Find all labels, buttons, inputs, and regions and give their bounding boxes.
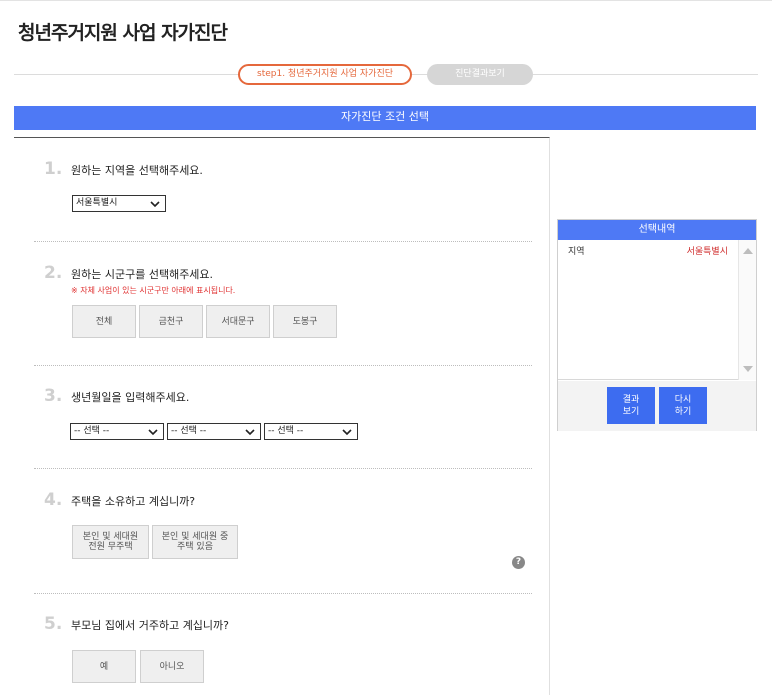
question-note: ※ 자체 사업이 있는 시군구만 아래에 표시됩니다. xyxy=(71,286,236,295)
district-option-dobong[interactable]: 도봉구 xyxy=(273,305,337,338)
scroll-down-icon[interactable] xyxy=(743,366,753,372)
page-title: 청년주거지원 사업 자가진단 xyxy=(18,22,228,44)
selection-panel: 선택내역 지역 서울특별시 결과 보기 다시 하기 xyxy=(557,219,757,431)
scrollbar[interactable] xyxy=(738,240,756,380)
parents-option-no[interactable]: 아니오 xyxy=(140,650,204,683)
divider xyxy=(34,468,532,469)
chevron-down-icon xyxy=(148,429,158,436)
question-text: 부모님 집에서 거주하고 계십니까? xyxy=(71,619,230,632)
question-text: 원하는 지역을 선택해주세요. xyxy=(71,164,203,177)
question-text: 원하는 시군구를 선택해주세요. xyxy=(71,268,214,281)
view-result-button[interactable]: 결과 보기 xyxy=(607,387,655,424)
district-option-geumcheon[interactable]: 금천구 xyxy=(139,305,203,338)
question-number: 5. xyxy=(44,614,63,634)
chevron-down-icon xyxy=(150,201,160,208)
select-value: 서울특별시 xyxy=(76,198,118,208)
scroll-up-icon[interactable] xyxy=(743,248,753,254)
select-value: -- 선택 -- xyxy=(171,426,207,436)
housing-option-owned[interactable]: 본인 및 세대원 중 주택 있음 xyxy=(152,525,238,559)
selection-list: 지역 서울특별시 xyxy=(558,240,756,380)
question-number: 4. xyxy=(44,490,63,510)
chevron-down-icon xyxy=(245,429,255,436)
question-text: 생년월일을 입력해주세요. xyxy=(71,391,190,404)
step-1-badge[interactable]: step1. 청년주거지원 사업 자가진단 xyxy=(238,64,412,85)
reset-button[interactable]: 다시 하기 xyxy=(659,387,707,424)
housing-option-none[interactable]: 본인 및 세대원 전원 무주택 xyxy=(72,525,149,559)
select-value: -- 선택 -- xyxy=(74,426,110,436)
selection-value: 서울특별시 xyxy=(686,247,728,257)
selection-key: 지역 xyxy=(568,247,585,257)
section-banner: 자가진단 조건 선택 xyxy=(14,106,756,130)
chevron-down-icon xyxy=(342,429,352,436)
question-number: 2. xyxy=(44,263,63,283)
birth-day-select[interactable]: -- 선택 -- xyxy=(264,423,358,440)
district-option-seodaemun[interactable]: 서대문구 xyxy=(206,305,270,338)
divider xyxy=(34,593,532,594)
select-value: -- 선택 -- xyxy=(268,426,304,436)
district-option-all[interactable]: 전체 xyxy=(72,305,136,338)
panel-buttons: 결과 보기 다시 하기 xyxy=(558,381,756,431)
region-select[interactable]: 서울특별시 xyxy=(72,195,166,212)
divider xyxy=(34,365,532,366)
question-circle-icon[interactable]: ? xyxy=(512,556,525,569)
birth-year-select[interactable]: -- 선택 -- xyxy=(70,423,164,440)
top-divider xyxy=(0,0,772,1)
panel-title: 선택내역 xyxy=(558,220,756,240)
parents-option-yes[interactable]: 예 xyxy=(72,650,136,683)
divider xyxy=(34,241,532,242)
birth-month-select[interactable]: -- 선택 -- xyxy=(167,423,261,440)
question-text: 주택을 소유하고 계십니까? xyxy=(71,495,196,508)
step-2-badge[interactable]: 진단결과보기 xyxy=(427,64,533,85)
question-form: 1. 원하는 지역을 선택해주세요. 서울특별시 2. 원하는 시군구를 선택해… xyxy=(14,137,550,695)
question-number: 1. xyxy=(44,159,63,179)
question-number: 3. xyxy=(44,386,63,406)
